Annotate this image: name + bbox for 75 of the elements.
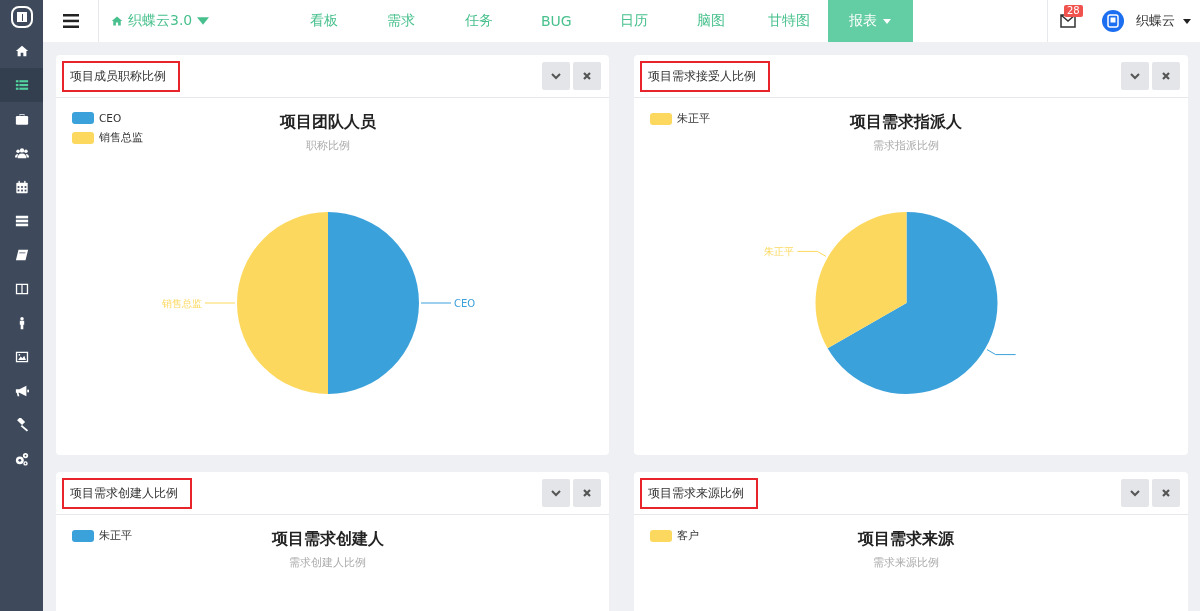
mail-icon[interactable] [1060, 14, 1076, 28]
legend-swatch[interactable] [72, 132, 94, 144]
gavel-icon [14, 418, 29, 432]
users-icon [14, 146, 29, 160]
chevron-down-icon [1130, 71, 1140, 81]
legend-swatch[interactable] [72, 112, 94, 124]
collapse-button[interactable] [1121, 479, 1149, 507]
chevron-down-icon [551, 71, 561, 81]
panel-title: 项目需求接受人比例 [640, 60, 770, 92]
image-icon [14, 350, 29, 364]
panel-title: 项目需求来源比例 [640, 477, 758, 509]
legend-label[interactable]: 朱正平 [677, 112, 710, 126]
chart-subtitle: 职称比例 [305, 139, 350, 153]
megaphone-icon [14, 384, 29, 398]
project-selector[interactable]: 织蝶云3.0 [128, 12, 193, 30]
chart-title: 项目需求指派人 [850, 112, 962, 133]
collapse-button[interactable] [1121, 62, 1149, 90]
close-button[interactable] [1152, 479, 1180, 507]
panel-title: 项目需求创建人比例 [62, 477, 192, 509]
nav-tab[interactable]: BUG [517, 0, 595, 42]
nav-tab[interactable]: 需求 [362, 0, 440, 42]
close-icon [1161, 488, 1171, 498]
chart-subtitle: 需求来源比例 [873, 556, 939, 570]
chart-subtitle: 需求创建人比例 [289, 556, 366, 570]
slice-label: 销售总监 [162, 297, 202, 309]
legend-label[interactable]: CEO [99, 112, 122, 124]
user-menu[interactable]: 织蝶云 [1136, 12, 1191, 30]
legend-label[interactable]: 朱正平 [99, 529, 132, 543]
close-button[interactable] [573, 62, 601, 90]
leader-line [986, 349, 1017, 356]
server-icon [14, 214, 29, 228]
briefcase-icon [14, 112, 29, 126]
chart-title: 项目需求创建人 [271, 529, 384, 550]
calendar-icon [14, 180, 29, 194]
cogs-icon [14, 452, 29, 466]
chart-title: 项目团队人员 [279, 112, 376, 133]
collapse-button[interactable] [542, 479, 570, 507]
chevron-down-icon [1130, 488, 1140, 498]
close-button[interactable] [1152, 62, 1180, 90]
nav-tab[interactable]: 报表 [827, 0, 913, 42]
legend-swatch[interactable] [650, 530, 672, 542]
avatar-icon[interactable] [1102, 10, 1124, 32]
close-icon [1161, 71, 1171, 81]
close-icon [582, 488, 592, 498]
list-icon [14, 78, 29, 92]
nav-tab[interactable]: 看板 [285, 0, 363, 42]
menu-icon[interactable] [62, 14, 79, 28]
nav-tab[interactable]: 脑图 [672, 0, 750, 42]
close-button[interactable] [573, 479, 601, 507]
legend-swatch[interactable] [650, 113, 672, 125]
slice-label: CEO [454, 297, 476, 309]
notification-badge: 28 [1064, 5, 1083, 17]
columns-icon [14, 282, 29, 296]
collapse-button[interactable] [542, 62, 570, 90]
sidebar-item[interactable] [0, 68, 43, 102]
chart-title: 项目需求来源 [858, 529, 954, 550]
home-icon [14, 44, 29, 58]
close-icon [582, 71, 592, 81]
logo-icon[interactable] [10, 6, 33, 28]
nav-tab[interactable]: 任务 [440, 0, 518, 42]
nav-tab[interactable]: 甘特图 [750, 0, 828, 42]
nav-tab[interactable]: 日历 [595, 0, 673, 42]
home-icon [111, 15, 123, 27]
leader-line [420, 302, 452, 304]
legend-label[interactable]: 销售总监 [99, 131, 143, 145]
panel-title: 项目成员职称比例 [62, 60, 180, 92]
slice-label: 朱正平 [764, 245, 795, 257]
book-icon [14, 248, 29, 262]
leader-line [204, 302, 236, 304]
chart-subtitle: 需求指派比例 [873, 139, 939, 153]
legend-swatch[interactable] [72, 530, 94, 542]
caret-icon [1183, 18, 1191, 24]
leader-line [796, 250, 827, 257]
legend-label[interactable]: 客户 [677, 529, 699, 543]
chevron-down-icon [551, 488, 561, 498]
